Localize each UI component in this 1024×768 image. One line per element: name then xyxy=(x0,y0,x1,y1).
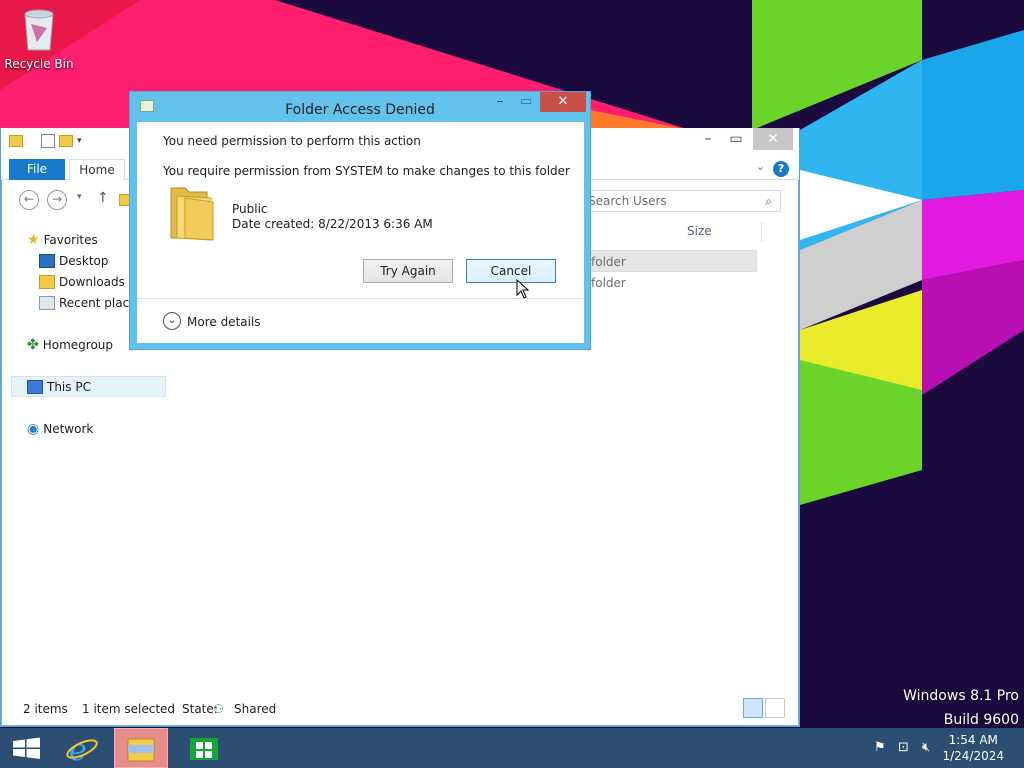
svg-text:e: e xyxy=(69,733,87,768)
start-button[interactable] xyxy=(0,728,54,768)
folder-icon xyxy=(170,187,214,241)
nav-desktop-label: Desktop xyxy=(59,254,109,268)
shared-users-icon: ⚇ xyxy=(213,702,224,716)
nav-downloads-label: Downloads xyxy=(59,275,125,289)
properties-icon[interactable] xyxy=(41,134,55,148)
recent-places-icon xyxy=(39,296,55,310)
more-details-link[interactable]: More details xyxy=(187,315,261,329)
file-explorer-icon xyxy=(127,738,155,762)
dialog-body: You need permission to perform this acti… xyxy=(137,122,584,343)
recycle-bin-label: Recycle Bin xyxy=(4,57,74,71)
item-name: Public xyxy=(232,202,268,216)
mouse-cursor-icon xyxy=(516,279,530,299)
quick-access-toolbar: ▾ xyxy=(9,134,82,148)
view-toggle xyxy=(743,698,785,718)
cancel-button[interactable]: Cancel xyxy=(466,259,556,283)
network-icon[interactable]: ⊡ xyxy=(898,740,909,755)
recycle-bin[interactable]: Recycle Bin xyxy=(4,6,74,71)
dialog-maximize-icon[interactable]: ▭ xyxy=(516,92,536,112)
state-value: Shared xyxy=(234,702,277,716)
nav-network-label: Network xyxy=(43,422,94,436)
downloads-icon xyxy=(39,275,55,289)
qat-dropdown-icon[interactable]: ▾ xyxy=(77,136,82,146)
taskbar-internet-explorer[interactable]: e xyxy=(56,728,110,768)
watermark-edition: Windows 8.1 Pro xyxy=(903,688,1019,704)
folder-icon xyxy=(9,135,23,147)
nav-desktop[interactable]: Desktop xyxy=(39,251,109,271)
chevron-down-icon[interactable]: ⌄ xyxy=(163,312,181,330)
forward-arrow-icon[interactable]: → xyxy=(47,190,67,210)
nav-favorites[interactable]: ★ Favorites xyxy=(27,230,98,250)
os-watermark: Windows 8.1 Pro Build 9600 xyxy=(903,684,1019,732)
new-folder-icon[interactable] xyxy=(59,135,73,147)
nav-network[interactable]: ◉ Network xyxy=(27,419,93,439)
recent-locations-icon[interactable]: ▾ xyxy=(77,192,82,202)
row-type-cell[interactable]: folder xyxy=(591,255,626,269)
homegroup-icon: ✤ xyxy=(27,337,39,353)
close-icon[interactable]: ✕ xyxy=(753,128,793,150)
clock-date: 1/24/2024 xyxy=(942,749,1004,763)
nav-downloads[interactable]: Downloads xyxy=(39,272,125,292)
expand-ribbon-icon[interactable]: ⌄ xyxy=(756,160,765,173)
desktop-icon xyxy=(39,254,55,268)
row-type-cell[interactable]: folder xyxy=(591,276,626,290)
folder-access-denied-dialog: Folder Access Denied – ▭ ✕ You need perm… xyxy=(129,91,591,350)
tab-file[interactable]: File xyxy=(9,159,65,180)
maximize-icon[interactable]: ▭ xyxy=(719,128,753,150)
system-clock[interactable]: 1:54 AM 1/24/2024 xyxy=(942,732,1004,764)
action-center-flag-icon[interactable]: ⚑ xyxy=(874,740,886,755)
nav-homegroup-label: Homegroup xyxy=(42,338,114,352)
column-divider xyxy=(761,222,762,242)
nav-homegroup[interactable]: ✤ Homegroup xyxy=(27,335,113,355)
help-icon[interactable]: ? xyxy=(773,161,789,177)
try-again-button[interactable]: Try Again xyxy=(363,259,453,283)
dialog-heading: You need permission to perform this acti… xyxy=(163,134,421,148)
item-date-created: Date created: 8/22/2013 6:36 AM xyxy=(232,217,433,231)
network-icon: ◉ xyxy=(27,421,40,437)
windows-logo-icon xyxy=(13,737,40,759)
recycle-bin-icon xyxy=(24,9,54,51)
store-icon xyxy=(190,738,218,760)
up-arrow-icon[interactable]: ↑ xyxy=(97,190,109,206)
internet-explorer-icon: e xyxy=(66,733,98,768)
details-view-icon[interactable] xyxy=(743,698,763,718)
taskbar-store[interactable] xyxy=(178,728,232,768)
column-header-size[interactable]: Size xyxy=(687,224,712,238)
star-icon: ★ xyxy=(27,232,40,248)
item-count: 2 items xyxy=(23,702,68,716)
dialog-message: You require permission from SYSTEM to ma… xyxy=(163,164,570,178)
status-bar: 2 items 1 item selected State: ⚇ Shared xyxy=(1,698,799,722)
nav-this-pc[interactable]: This PC xyxy=(27,377,91,397)
search-placeholder: Search Users xyxy=(588,194,667,208)
computer-icon xyxy=(27,380,43,394)
large-icons-view-icon[interactable] xyxy=(765,698,785,718)
selected-count: 1 item selected xyxy=(82,702,176,716)
volume-muted-icon[interactable]: 🔇︎ xyxy=(922,740,930,755)
search-input[interactable]: Search Users ⌕ xyxy=(581,190,781,212)
back-arrow-icon[interactable]: ← xyxy=(19,190,39,210)
clock-time: 1:54 AM xyxy=(948,733,998,747)
search-icon[interactable]: ⌕ xyxy=(765,191,772,211)
nav-recent-places[interactable]: Recent places xyxy=(39,293,143,313)
nav-favorites-label: Favorites xyxy=(43,233,98,247)
taskbar-file-explorer[interactable] xyxy=(114,728,168,768)
taskbar: e ⚑ ⊡ 🔇︎ 1:54 AM 1/24/2024 xyxy=(0,728,1024,768)
dialog-close-button[interactable]: ✕ xyxy=(540,92,586,112)
dialog-minimize-icon[interactable]: – xyxy=(490,92,510,112)
nav-this-pc-label: This PC xyxy=(47,380,91,394)
tab-home[interactable]: Home xyxy=(69,159,125,180)
